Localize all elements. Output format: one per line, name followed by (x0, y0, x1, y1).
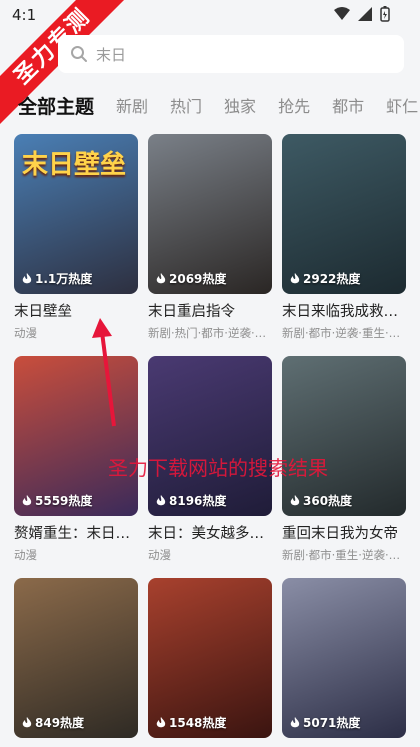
cover-title-text: 末日壁垒 (22, 150, 127, 180)
theme-tabs: 全部主题 新剧 热门 独家 抢先 都市 虾仁 (0, 88, 420, 122)
heat-badge: 8196热度 (156, 492, 226, 509)
watermark: 圣力下载网站的搜索结果 (108, 456, 328, 480)
flame-icon (290, 494, 300, 505)
drama-cover[interactable]: 2069热度 (148, 134, 272, 294)
drama-card[interactable]: 5071热度我靠超市 (282, 578, 406, 747)
flame-icon (290, 716, 300, 727)
heat-text: 1.1万热度 (35, 272, 93, 286)
tab-all-themes[interactable]: 全部主题 (18, 92, 94, 119)
heat-text: 2922热度 (303, 272, 361, 286)
status-time: 4:1 (12, 6, 37, 24)
flame-icon (22, 272, 32, 283)
drama-cover[interactable]: 2922热度 (282, 134, 406, 294)
tab-early-access[interactable]: 抢先 (278, 93, 310, 117)
tab-hot[interactable]: 热门 (170, 93, 202, 117)
drama-cover[interactable]: 360热度 (282, 356, 406, 516)
drama-cover[interactable]: 末日壁垒 1.1万热度 (14, 134, 138, 294)
drama-card[interactable]: 2922热度末日来临我成救世主新剧·都市·逆袭·重生·现... (282, 134, 406, 341)
signal-icon (358, 7, 372, 21)
tab-xiaren[interactable]: 虾仁 (386, 93, 418, 117)
drama-card[interactable]: 849热度末日重启 (14, 578, 138, 747)
heat-text: 360热度 (303, 494, 353, 508)
drama-tags: 新剧·热门·都市·逆袭·重... (148, 326, 272, 340)
heat-text: 5559热度 (35, 494, 93, 508)
drama-cover[interactable]: 849热度 (14, 578, 138, 738)
heat-text: 849热度 (35, 716, 85, 730)
flame-icon (156, 272, 166, 283)
drama-title[interactable]: 赘婿重生：末日前72小时 (14, 522, 138, 543)
heat-text: 2069热度 (169, 272, 227, 286)
drama-tags: 新剧·都市·重生·逆袭·总... (282, 548, 406, 562)
drama-cover[interactable]: 1548热度 (148, 578, 272, 738)
drama-title[interactable]: 末日：美女越多我越强 (148, 522, 272, 543)
heat-badge: 5071热度 (290, 714, 360, 731)
heat-text: 1548热度 (169, 716, 227, 730)
flame-icon (156, 716, 166, 727)
heat-text: 5071热度 (303, 716, 361, 730)
drama-title[interactable]: 末日来临我成救世主 (282, 300, 406, 321)
wifi-icon (334, 7, 350, 20)
heat-badge: 2922热度 (290, 270, 360, 287)
pointer-arrow (92, 318, 116, 427)
drama-tags: 动漫 (148, 548, 171, 562)
heat-badge: 1.1万热度 (22, 270, 92, 287)
heat-badge: 360热度 (290, 492, 352, 509)
search-placeholder: 末日 (96, 45, 127, 64)
heat-badge: 2069热度 (156, 270, 226, 287)
flame-icon (156, 494, 166, 505)
heat-badge: 849热度 (22, 714, 84, 731)
flame-icon (22, 716, 32, 727)
drama-card[interactable]: 1548热度末日 (148, 578, 272, 747)
drama-cover[interactable]: 8196热度 (148, 356, 272, 516)
tab-urban[interactable]: 都市 (332, 93, 364, 117)
drama-tags: 新剧·都市·逆袭·重生·现... (282, 326, 406, 340)
drama-title[interactable]: 末日重启指令 (148, 300, 272, 321)
battery-icon (380, 6, 390, 22)
drama-title[interactable]: 重回末日我为女帝 (282, 522, 406, 543)
flame-icon (290, 272, 300, 283)
drama-tags: 动漫 (14, 548, 37, 562)
heat-badge: 1548热度 (156, 714, 226, 731)
drama-cover[interactable]: 5071热度 (282, 578, 406, 738)
tab-exclusive[interactable]: 独家 (224, 93, 256, 117)
flame-icon (22, 494, 32, 505)
drama-card[interactable]: 末日壁垒 1.1万热度 末日壁垒 动漫 (14, 134, 138, 341)
search-input[interactable]: 末日 (58, 35, 404, 73)
tab-new-drama[interactable]: 新剧 (116, 93, 148, 117)
heat-text: 8196热度 (169, 494, 227, 508)
status-icons (334, 6, 390, 22)
search-icon (71, 46, 87, 62)
heat-badge: 5559热度 (22, 492, 92, 509)
drama-card[interactable]: 2069热度末日重启指令新剧·热门·都市·逆袭·重... (148, 134, 272, 341)
